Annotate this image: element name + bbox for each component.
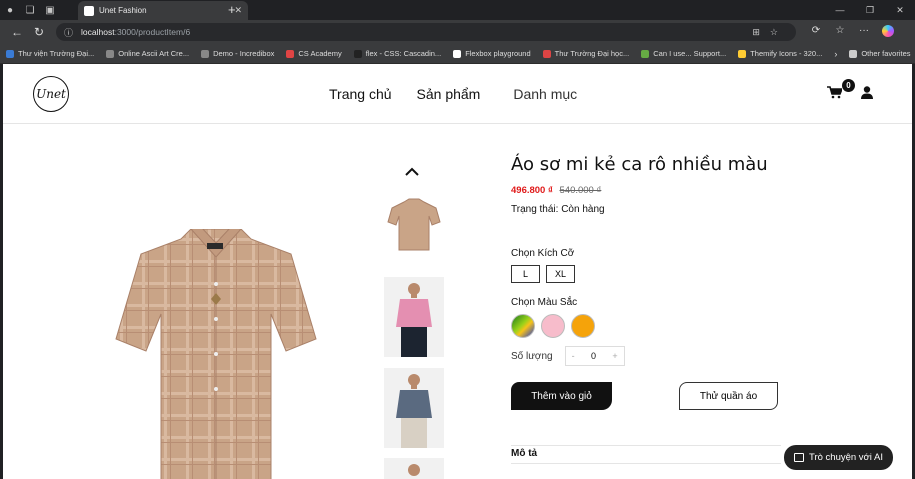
main-product-image <box>111 226 321 479</box>
reload-icon[interactable]: ↻ <box>28 25 50 39</box>
bookmark-icon <box>286 49 295 58</box>
thumbnail-4[interactable] <box>384 458 444 479</box>
bookmark-icon <box>106 49 115 58</box>
profile-icon[interactable]: ● <box>0 0 20 20</box>
size-option-l[interactable]: L <box>511 265 540 283</box>
back-icon[interactable]: ← <box>6 25 28 39</box>
favorite-star-icon[interactable]: ⊞☆ <box>752 27 788 38</box>
other-favorites[interactable]: Other favorites <box>849 49 911 58</box>
cart-count-badge: 0 <box>842 79 855 92</box>
bookmark-item[interactable]: Thư viện Trường Đại... <box>6 49 94 58</box>
color-option-orange[interactable] <box>571 314 595 338</box>
address-bar-row: ← ↻ ⓘ localhost :3000/productItem/6 ⊞☆ ⟳… <box>0 20 915 44</box>
ai-chat-label: Trò chuyện với AI <box>809 452 883 463</box>
color-label: Chọn Màu Sắc <box>511 297 578 308</box>
favorites-icon[interactable]: ☆ <box>828 25 852 40</box>
ai-chat-button[interactable]: Trò chuyện với AI <box>784 445 893 470</box>
menu-item-categories[interactable]: Danh mục <box>513 86 577 102</box>
bookmark-item[interactable]: flex - CSS: Cascadin... <box>353 49 441 58</box>
window-controls: — ❐ ✕ <box>825 0 915 20</box>
bookmark-item[interactable]: Can I use... Support... <box>641 49 726 58</box>
folder-icon <box>849 49 858 58</box>
browser-tools: ⟳ ☆ ··· <box>804 24 900 40</box>
color-options <box>511 314 891 338</box>
stock-status: Trạng thái: Còn hàng <box>511 204 605 215</box>
bookmark-icon <box>641 49 650 58</box>
menu-item-products[interactable]: Sản phẩm <box>417 86 481 102</box>
original-price: 540.000 ₫ <box>559 185 602 196</box>
bookmark-icon <box>453 49 462 58</box>
bookmarks-overflow-icon[interactable]: › <box>834 49 837 59</box>
bookmark-icon <box>738 49 747 58</box>
site-logo[interactable]: Unet <box>33 76 69 112</box>
bookmark-item[interactable]: Flexbox playground <box>453 49 531 58</box>
product-title: Áo sơ mi kẻ ca rô nhiều màu <box>511 154 768 175</box>
menu-item-home[interactable]: Trang chủ <box>329 86 392 102</box>
size-option-xl[interactable]: XL <box>546 265 575 283</box>
url-field[interactable]: ⓘ localhost :3000/productItem/6 ⊞☆ <box>56 23 796 41</box>
bookmark-item[interactable]: CS Academy <box>286 49 342 58</box>
quantity-increase-button[interactable]: + <box>612 351 617 361</box>
quantity-decrease-button[interactable]: - <box>572 351 575 361</box>
tab-unet-fashion[interactable]: Unet Fashion ✕ <box>78 1 248 20</box>
tab-favicon-icon <box>84 5 94 16</box>
quantity-row: Số lượng - 0 + <box>511 346 891 366</box>
main-menu: Trang chủ Sản phẩm Danh mục <box>329 86 602 102</box>
quantity-value[interactable]: 0 <box>591 351 596 361</box>
bookmark-icon <box>6 49 14 58</box>
site-info-icon[interactable]: ⓘ <box>64 26 73 39</box>
site-header: Unet Trang chủ Sản phẩm Danh mục 0 <box>3 64 912 124</box>
bookmark-item[interactable]: Thư Trường Đại học... <box>542 49 629 58</box>
tab-description[interactable]: Mô tả <box>511 445 781 464</box>
restore-icon[interactable]: ❐ <box>855 0 885 20</box>
quantity-label: Số lượng <box>511 350 553 362</box>
price-row: 496.800 ₫ 540.000 ₫ <box>511 185 891 196</box>
user-icon[interactable] <box>861 86 873 104</box>
thumbnail-1[interactable] <box>384 194 444 274</box>
new-tab-icon[interactable]: + <box>228 2 236 17</box>
add-to-cart-button[interactable]: Thêm vào giỏ <box>511 382 612 410</box>
sale-price: 496.800 ₫ <box>511 185 553 196</box>
more-icon[interactable]: ··· <box>852 25 876 40</box>
extensions-icon[interactable]: ⟳ <box>804 25 828 40</box>
quantity-stepper: - 0 + <box>564 346 625 366</box>
bookmark-icon <box>542 49 551 58</box>
workspaces-icon[interactable]: ❏ <box>20 0 40 20</box>
minimize-icon[interactable]: — <box>825 0 855 20</box>
web-page: Unet Trang chủ Sản phẩm Danh mục 0 Áo sơ… <box>3 64 912 479</box>
thumbnail-2[interactable] <box>384 277 444 357</box>
bookmark-item[interactable]: Demo - Incredibox <box>201 49 274 58</box>
product-info: Áo sơ mi kẻ ca rô nhiều màu 496.800 ₫ 54… <box>511 154 891 410</box>
bookmark-icon <box>353 49 362 58</box>
thumbnails-up-icon[interactable] <box>405 164 419 180</box>
chat-icon <box>794 453 804 462</box>
copilot-icon[interactable] <box>876 24 900 40</box>
tab-actions-icon[interactable]: ▣ <box>40 0 60 20</box>
browser-tab-strip: ● ❏ ▣ Unet Fashion ✕ + — ❐ ✕ <box>0 0 915 20</box>
action-buttons: Thêm vào giỏ Thử quần áo <box>511 382 891 410</box>
bookmark-item[interactable]: Themify Icons - 320... <box>738 49 822 58</box>
color-option-multicolor[interactable] <box>511 314 535 338</box>
color-option-pink[interactable] <box>541 314 565 338</box>
url-path: :3000/productItem/6 <box>114 27 191 37</box>
size-label: Chọn Kích Cỡ <box>511 248 575 259</box>
thumbnail-3[interactable] <box>384 368 444 448</box>
close-window-icon[interactable]: ✕ <box>885 0 915 20</box>
size-options: L XL <box>511 265 891 283</box>
tab-title: Unet Fashion <box>99 6 147 15</box>
url-host: localhost <box>81 27 115 37</box>
cart-icon[interactable] <box>827 86 844 102</box>
try-on-button[interactable]: Thử quần áo <box>679 382 778 410</box>
bookmark-icon <box>201 49 210 58</box>
bookmark-item[interactable]: Online Ascii Art Cre... <box>106 49 189 58</box>
bookmarks-bar: Thư viện Trường Đại... Online Ascii Art … <box>0 44 915 64</box>
